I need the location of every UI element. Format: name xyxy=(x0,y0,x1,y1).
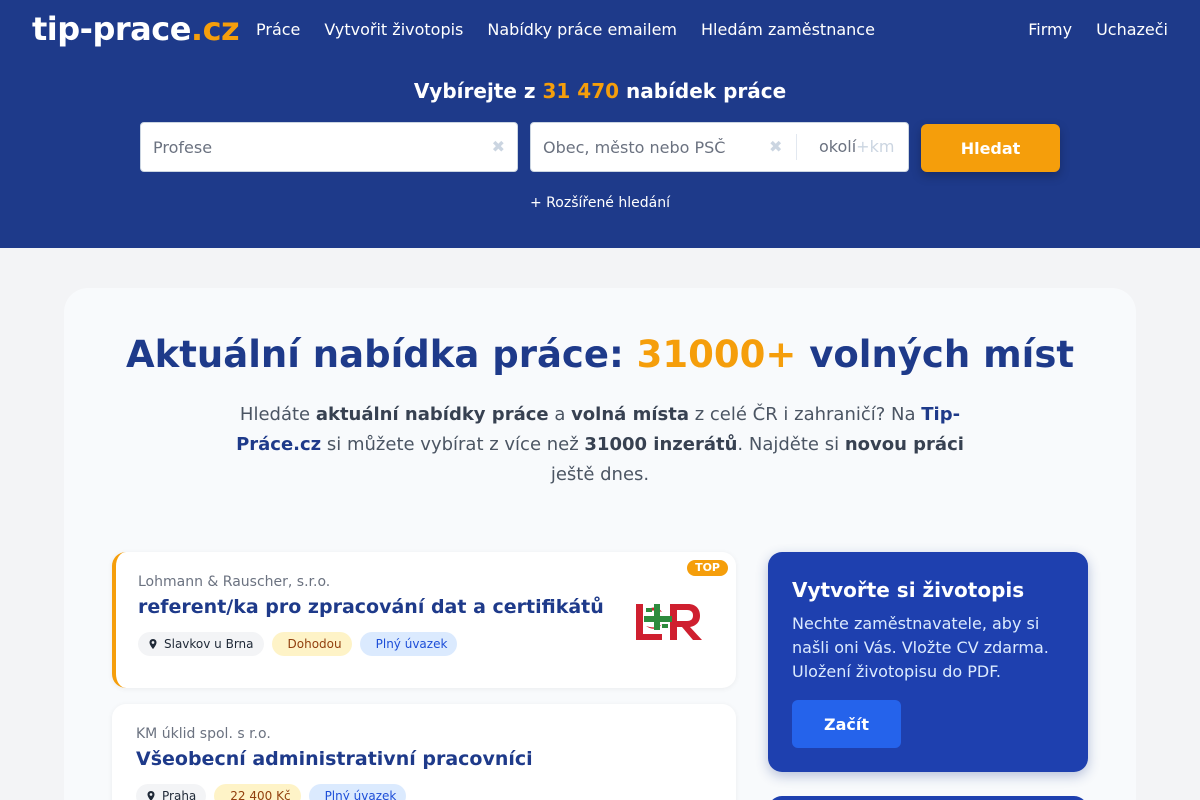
nav-link-firmy[interactable]: Firmy xyxy=(1028,20,1072,40)
offers-count: 31 470 xyxy=(542,79,620,103)
advanced-search-link[interactable]: + Rozšířené hledání xyxy=(0,195,1200,211)
location-input[interactable] xyxy=(543,123,763,171)
site-logo[interactable]: tip-prace.cz xyxy=(32,10,240,48)
nav-link-prace[interactable]: Práce xyxy=(256,20,300,40)
clear-location-icon[interactable]: ✖ xyxy=(769,137,782,156)
company-logo xyxy=(636,604,702,640)
profession-input[interactable] xyxy=(153,123,483,171)
map-pin-icon xyxy=(147,791,155,800)
nav-link-vytvorit-zivotopis[interactable]: Vytvořit životopis xyxy=(324,20,463,40)
top-badge: TOP xyxy=(687,560,728,576)
salary-tag: Dohodou xyxy=(271,632,352,656)
job-title[interactable]: referent/ka pro zpracování dat a certifi… xyxy=(138,596,604,618)
location-tag: Praha xyxy=(136,784,207,800)
nav-link-hledam-zamestnance[interactable]: Hledám zaměstnance xyxy=(701,20,875,40)
job-tags: Praha 22 400 Kč Plný úvazek xyxy=(136,784,407,800)
sidebar-card xyxy=(768,796,1088,800)
nav-link-uchazeci[interactable]: Uchazeči xyxy=(1096,20,1168,40)
salary-tag: 22 400 Kč xyxy=(214,784,301,800)
job-company: KM úklid spol. s r.o. xyxy=(136,726,271,742)
logo-text: tip-prace xyxy=(32,10,191,48)
field-divider xyxy=(796,134,797,160)
map-pin-icon xyxy=(149,639,157,649)
create-cv-card: Vytvořte si životopis Nechte zaměstnavat… xyxy=(768,552,1088,772)
start-cv-button[interactable]: Začít xyxy=(792,700,901,748)
intro-text: Hledáte aktuální nabídky práce a volná m… xyxy=(236,404,964,485)
page-title: Aktuální nabídka práce: 31000+ volných m… xyxy=(125,333,1075,376)
search-button[interactable]: Hledat xyxy=(921,124,1060,172)
radius-input[interactable]: okolí+km xyxy=(819,137,894,156)
location-field: ✖ okolí+km xyxy=(530,122,909,172)
site-header: tip-prace.cz Práce Vytvořit životopis Na… xyxy=(0,0,1200,248)
job-card[interactable]: KM úklid spol. s r.o. Všeobecní administ… xyxy=(112,704,736,800)
job-card[interactable]: TOP Lohmann & Rauscher, s.r.o. referent/… xyxy=(112,552,736,688)
secondary-nav: Firmy Uchazeči xyxy=(1028,20,1168,40)
search-tagline: Vybírejte z 31 470 nabídek práce xyxy=(413,79,787,103)
profession-field: ✖ xyxy=(140,122,518,172)
location-tag: Slavkov u Brna xyxy=(138,632,264,656)
clear-profession-icon[interactable]: ✖ xyxy=(492,137,505,156)
job-title[interactable]: Všeobecní administrativní pracovníci xyxy=(136,748,533,770)
main-content: Aktuální nabídka práce: 31000+ volných m… xyxy=(64,288,1136,800)
employment-type-tag: Plný úvazek xyxy=(308,784,407,800)
employment-type-tag: Plný úvazek xyxy=(359,632,458,656)
cv-card-text: Nechte zaměstnavatele, aby si našli oni … xyxy=(792,614,1049,681)
job-tags: Slavkov u Brna Dohodou Plný úvazek xyxy=(138,632,458,656)
logo-tld: .cz xyxy=(190,10,240,48)
main-nav: Práce Vytvořit životopis Nabídky práce e… xyxy=(256,20,875,40)
job-company: Lohmann & Rauscher, s.r.o. xyxy=(138,574,331,590)
nav-link-nabidky-emailem[interactable]: Nabídky práce emailem xyxy=(487,20,677,40)
cv-card-title: Vytvořte si životopis xyxy=(792,578,1025,602)
